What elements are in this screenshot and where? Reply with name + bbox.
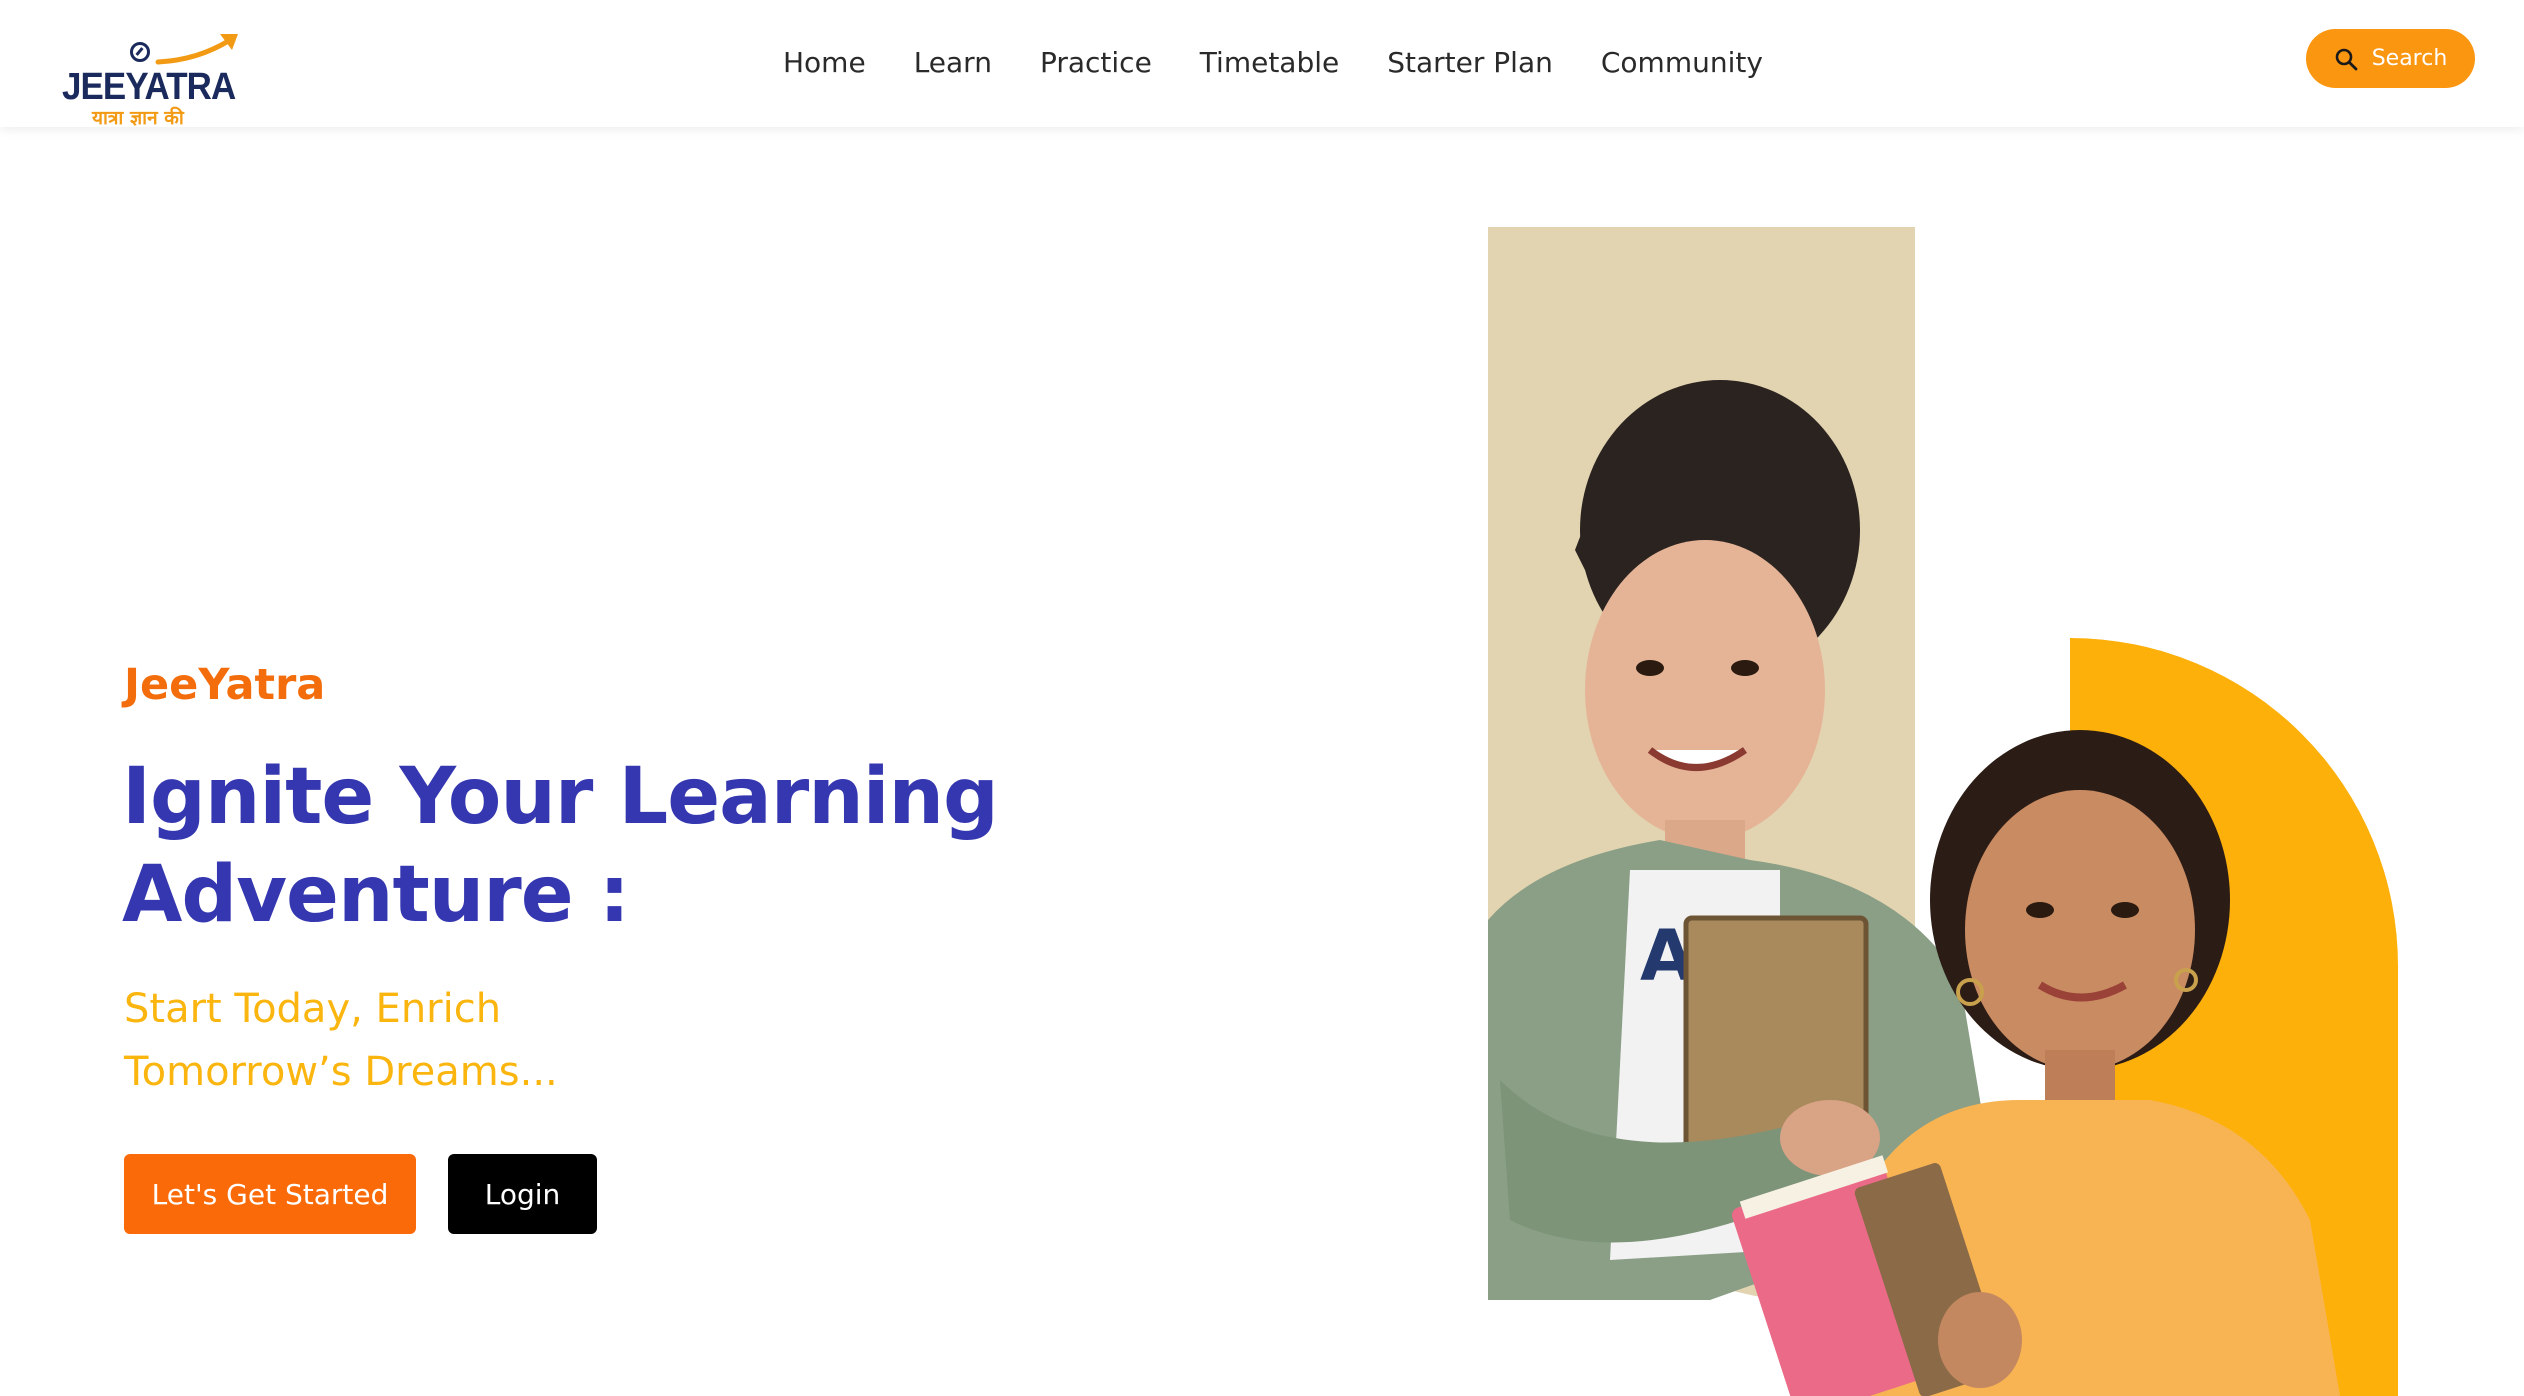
headline-line-2: Adventure : <box>122 850 630 940</box>
search-icon <box>2335 48 2358 70</box>
nav-practice[interactable]: Practice <box>1040 42 1152 84</box>
jeeyatra-logo[interactable]: JEEYATRA यात्रा ज्ञान की <box>60 30 238 130</box>
compass-icon <box>130 42 150 62</box>
hero-eyebrow: JeeYatra <box>124 660 326 710</box>
students-illustration: ATS <box>1488 380 2340 1396</box>
get-started-button[interactable]: Let's Get Started <box>124 1154 416 1234</box>
logo-wordmark: JEEYATRA <box>62 66 236 108</box>
nav-starter-plan[interactable]: Starter Plan <box>1387 42 1553 84</box>
logo-tagline: यात्रा ज्ञान की <box>92 107 184 129</box>
main-nav: Home Learn Practice Timetable Starter Pl… <box>783 42 1763 84</box>
search-label: Search <box>2371 46 2448 71</box>
nav-learn[interactable]: Learn <box>914 42 992 84</box>
hero-headline: Ignite Your Learning Adventure : <box>122 748 1022 944</box>
nav-timetable[interactable]: Timetable <box>1200 42 1339 84</box>
hero-subhead: Start Today, Enrich Tomorrow’s Dreams... <box>124 978 644 1104</box>
search-button[interactable]: Search <box>2306 29 2475 88</box>
headline-line-1: Ignite Your Learning <box>122 752 999 842</box>
nav-community[interactable]: Community <box>1601 42 1763 84</box>
nav-home[interactable]: Home <box>783 42 866 84</box>
site-header: JEEYATRA यात्रा ज्ञान की Home Learn Prac… <box>0 0 2524 130</box>
hero-image: ATS <box>1480 220 2524 1396</box>
subhead-line-1: Start Today, Enrich <box>124 986 502 1032</box>
subhead-line-2: Tomorrow’s Dreams... <box>124 1049 558 1095</box>
login-button[interactable]: Login <box>448 1154 597 1234</box>
